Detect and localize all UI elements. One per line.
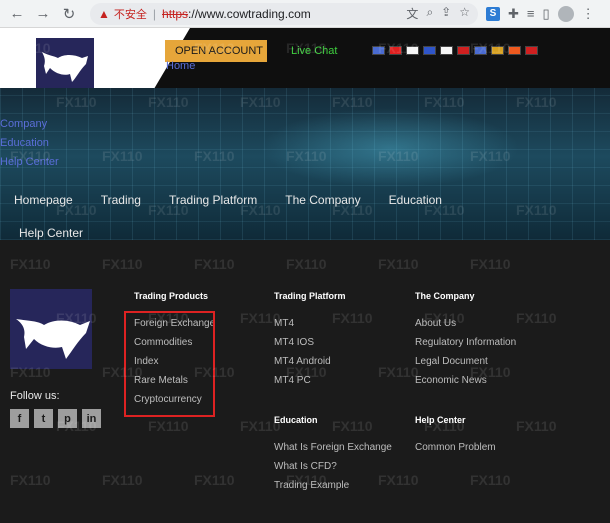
language-flag-icon[interactable] — [508, 46, 521, 55]
home-link[interactable]: Home — [166, 60, 195, 72]
menu-kebab-icon[interactable]: ⋮ — [582, 6, 595, 22]
footer-link-mt4-pc[interactable]: MT4 PC — [274, 375, 331, 387]
language-flag-icon[interactable] — [457, 46, 470, 55]
pinterest-icon[interactable]: p — [58, 409, 77, 428]
linkedin-icon[interactable]: in — [82, 409, 101, 428]
nav-homepage[interactable]: Homepage — [14, 193, 73, 207]
open-account-button[interactable]: OPEN ACCOUNT — [165, 40, 267, 62]
follow-us-label: Follow us: — [10, 390, 60, 402]
hero-banner — [0, 88, 610, 240]
trading-platform-list: MT4 MT4 IOS MT4 Android MT4 PC — [274, 318, 331, 387]
bookmark-star-icon[interactable]: ☆ — [459, 5, 470, 22]
footer-link-trading-example[interactable]: Trading Example — [274, 480, 392, 492]
language-flag-icon[interactable] — [525, 46, 538, 55]
site-logo[interactable] — [36, 38, 94, 94]
footer-link-what-is-cfd[interactable]: What Is CFD? — [274, 461, 392, 473]
side-link-help-center[interactable]: Help Center — [0, 156, 59, 169]
nav-education[interactable]: Education — [389, 193, 442, 207]
hero-glow — [260, 108, 520, 188]
footer-link-economic-news[interactable]: Economic News — [415, 375, 516, 387]
footer-link-legal-document[interactable]: Legal Document — [415, 356, 516, 368]
language-flag-icon[interactable] — [372, 46, 385, 55]
extensions-puzzle-icon[interactable]: ✚ — [508, 6, 519, 22]
footer-link-mt4[interactable]: MT4 — [274, 318, 331, 330]
zoom-icon[interactable]: ⌕ — [426, 5, 433, 22]
url-scheme: https — [162, 6, 189, 21]
highlight-box — [124, 311, 215, 417]
main-navigation: Homepage Trading Trading Platform The Co… — [14, 193, 470, 207]
social-links: f t p in — [10, 409, 101, 428]
forward-icon[interactable]: → — [32, 3, 54, 25]
help-center-heading: Help Center — [415, 415, 466, 425]
footer-link-mt4-ios[interactable]: MT4 IOS — [274, 337, 331, 349]
language-flags — [372, 46, 538, 55]
language-flag-icon[interactable] — [491, 46, 504, 55]
share-icon[interactable]: ⇪ — [441, 5, 451, 22]
footer-link-what-is-forex[interactable]: What Is Foreign Exchange — [274, 442, 392, 454]
language-flag-icon[interactable] — [474, 46, 487, 55]
warning-icon: ▲ — [98, 6, 110, 21]
facebook-icon[interactable]: f — [10, 409, 29, 428]
help-center-list: Common Problem — [415, 442, 496, 454]
reload-icon[interactable]: ↻ — [58, 3, 80, 25]
language-flag-icon[interactable] — [389, 46, 402, 55]
footer-link-common-problem[interactable]: Common Problem — [415, 442, 496, 454]
trading-platform-heading: Trading Platform — [274, 291, 346, 301]
url-text: ://www.cowtrading.com — [188, 6, 311, 21]
side-links: Company Education Help Center — [0, 118, 59, 169]
side-link-company[interactable]: Company — [0, 118, 59, 131]
side-link-education[interactable]: Education — [0, 137, 59, 150]
the-company-list: About Us Regulatory Information Legal Do… — [415, 318, 516, 387]
the-company-heading: The Company — [415, 291, 475, 301]
address-separator: | — [152, 6, 157, 21]
trading-products-heading: Trading Products — [134, 291, 209, 301]
profile-avatar[interactable] — [557, 5, 574, 22]
education-list: What Is Foreign Exchange What Is CFD? Tr… — [274, 442, 392, 492]
twitter-icon[interactable]: t — [34, 409, 53, 428]
language-flag-icon[interactable] — [406, 46, 419, 55]
language-flag-icon[interactable] — [423, 46, 436, 55]
nav-trading-platform[interactable]: Trading Platform — [169, 193, 257, 207]
side-panel-icon[interactable]: ▯ — [543, 6, 550, 22]
nav-help-center[interactable]: Help Center — [19, 226, 83, 240]
back-icon[interactable]: ← — [6, 3, 28, 25]
address-bar[interactable]: ▲ 不安全 | https ://www.cowtrading.com 文 ⌕ … — [90, 2, 478, 25]
footer-logo — [10, 289, 92, 369]
live-chat-link[interactable]: Live Chat — [291, 45, 337, 57]
footer-link-about-us[interactable]: About Us — [415, 318, 516, 330]
language-flag-icon[interactable] — [440, 46, 453, 55]
education-heading: Education — [274, 415, 318, 425]
footer-link-regulatory-information[interactable]: Regulatory Information — [415, 337, 516, 349]
extension-s-icon[interactable]: S — [486, 6, 500, 21]
insecure-label: 不安全 — [113, 8, 147, 21]
translate-icon[interactable]: 文 — [406, 5, 418, 22]
footer-link-mt4-android[interactable]: MT4 Android — [274, 356, 331, 368]
nav-the-company[interactable]: The Company — [285, 193, 360, 207]
reading-list-icon[interactable]: ≡ — [527, 6, 535, 21]
nav-trading[interactable]: Trading — [101, 193, 141, 207]
browser-toolbar: ← → ↻ ▲ 不安全 | https ://www.cowtrading.co… — [0, 0, 610, 28]
